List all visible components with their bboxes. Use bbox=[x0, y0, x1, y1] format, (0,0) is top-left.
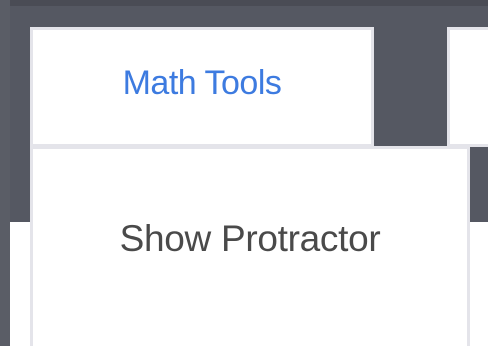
tab-next[interactable] bbox=[447, 27, 488, 147]
app-window: Math Tools Show Protractor bbox=[0, 0, 488, 346]
tab-math-tools[interactable]: Math Tools bbox=[30, 27, 374, 147]
tab-math-tools-label: Math Tools bbox=[122, 63, 282, 102]
menu-item-label: Show Protractor bbox=[119, 218, 381, 259]
window-left-edge bbox=[0, 0, 10, 346]
toolbar-top-edge bbox=[0, 0, 488, 6]
menu-item-show-protractor[interactable]: Show Protractor bbox=[33, 189, 467, 289]
math-tools-dropdown: Show Protractor bbox=[30, 146, 470, 346]
